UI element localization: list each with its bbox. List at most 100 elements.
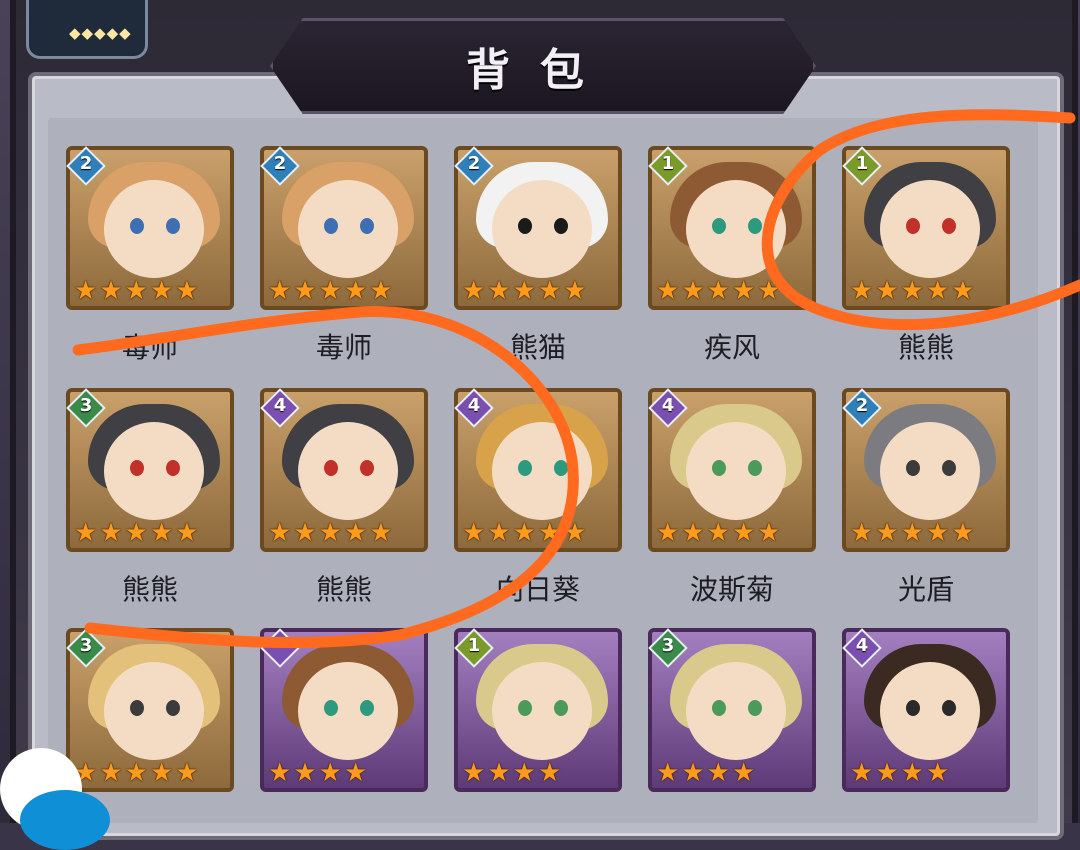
star-icon: ★ (99, 758, 123, 788)
hero-card[interactable]: ★ ★ ★ ★ ★ 3 (66, 388, 234, 552)
star-icon: ★ (537, 758, 562, 788)
star-icon: ★ (124, 518, 148, 548)
hero-card[interactable]: ★ ★ ★ ★ ★ 2 (260, 146, 428, 310)
star-rating: ★ ★ ★ ★ (656, 758, 812, 788)
level-number: 3 (661, 635, 675, 656)
star-icon: ★ (850, 758, 874, 788)
hero-eye (942, 460, 956, 476)
star-icon: ★ (757, 276, 781, 306)
hero-eye (360, 460, 374, 476)
level-number: 4 (661, 395, 675, 416)
hero-card[interactable]: ★ ★ ★ ★ ★ 3 (66, 628, 234, 792)
hero-face (686, 180, 786, 278)
star-icon: ★ (343, 518, 368, 548)
star-icon: ★ (656, 276, 680, 306)
star-icon: ★ (343, 276, 368, 306)
hero-eye (712, 218, 726, 234)
hero-card[interactable]: ★ ★ ★ ★ (260, 628, 428, 792)
star-icon: ★ (268, 518, 292, 548)
level-number: 3 (79, 395, 93, 416)
hero-card[interactable]: ★ ★ ★ ★ ★ 2 (842, 388, 1010, 552)
compass-icon[interactable] (20, 790, 110, 850)
level-number: 2 (855, 395, 869, 416)
hero-eye (518, 218, 532, 234)
hero-name: 疾风 (703, 331, 760, 364)
star-icon: ★ (487, 276, 511, 306)
hero-eye (554, 700, 568, 716)
level-number: 2 (467, 153, 481, 174)
hero-card[interactable]: ★ ★ ★ ★ 4 (842, 628, 1010, 792)
star-icon: ★ (656, 518, 680, 548)
hero-face (880, 422, 980, 520)
star-icon: ★ (951, 518, 975, 548)
rank-badge-stars-icon: ◆◆◆◆◆ (69, 24, 132, 42)
level-number: 4 (855, 635, 869, 656)
star-icon: ★ (900, 518, 924, 548)
hero-name: 波斯菊 (689, 573, 774, 606)
star-rating: ★ ★ ★ ★ ★ (850, 518, 1006, 548)
star-icon: ★ (706, 276, 730, 306)
hero-face (880, 662, 980, 760)
hero-name: 毒师 (315, 331, 372, 364)
hero-eye (360, 218, 374, 234)
hero-name: 熊猫 (509, 331, 566, 364)
hero-eye (518, 700, 532, 716)
hero-eye (748, 700, 762, 716)
hero-eye (942, 700, 956, 716)
hero-name: 光盾 (897, 573, 954, 606)
hero-face (492, 662, 592, 760)
level-number: 3 (79, 635, 93, 656)
hero-card[interactable]: ★ ★ ★ ★ ★ 4 (260, 388, 428, 552)
star-icon: ★ (149, 758, 174, 788)
hero-card[interactable]: ★ ★ ★ ★ 3 (648, 628, 816, 792)
star-rating: ★ ★ ★ ★ ★ (74, 278, 230, 304)
hero-face (104, 662, 204, 760)
hero-card[interactable]: ★ ★ ★ ★ ★ 1 (648, 146, 816, 310)
hero-face (492, 422, 592, 520)
hero-card[interactable]: ★ ★ ★ ★ ★ 4 (648, 388, 816, 552)
star-rating: ★ ★ ★ ★ ★ (74, 758, 230, 788)
hero-eye (166, 700, 180, 716)
hero-eye (130, 218, 144, 234)
hero-eye (942, 218, 956, 234)
star-icon: ★ (681, 758, 705, 788)
star-icon: ★ (318, 518, 342, 548)
hero-eye (324, 700, 338, 716)
star-icon: ★ (731, 276, 756, 306)
level-number: 4 (467, 395, 481, 416)
hero-name: 向日葵 (495, 573, 580, 606)
star-icon: ★ (175, 518, 199, 548)
hero-eye (906, 700, 920, 716)
hero-card[interactable]: ★ ★ ★ ★ ★ 2 (66, 146, 234, 310)
hero-face (686, 662, 786, 760)
star-icon: ★ (268, 758, 292, 788)
hero-eye (554, 218, 568, 234)
hero-card[interactable]: ★ ★ ★ ★ ★ 1 (842, 146, 1010, 310)
star-icon: ★ (731, 758, 756, 788)
star-icon: ★ (537, 518, 562, 548)
star-rating: ★ ★ ★ ★ ★ (656, 518, 812, 548)
star-rating: ★ ★ ★ ★ ★ (268, 518, 424, 548)
hero-eye (324, 218, 338, 234)
star-rating: ★ ★ ★ ★ ★ (74, 518, 230, 548)
level-number: 4 (273, 395, 287, 416)
hero-card[interactable]: ★ ★ ★ ★ ★ 2 (454, 146, 622, 310)
rank-badge[interactable]: ◆◆◆◆◆ (26, 0, 148, 59)
star-icon: ★ (850, 276, 874, 306)
star-icon: ★ (900, 276, 924, 306)
star-icon: ★ (318, 276, 342, 306)
hero-name: 熊熊 (121, 573, 178, 606)
hero-eye (748, 218, 762, 234)
star-icon: ★ (487, 758, 511, 788)
hero-card[interactable]: ★ ★ ★ ★ ★ 4 (454, 388, 622, 552)
star-icon: ★ (512, 518, 536, 548)
star-rating: ★ ★ ★ ★ ★ (656, 276, 812, 306)
hero-eye (130, 700, 144, 716)
star-rating: ★ ★ ★ ★ (268, 758, 424, 788)
hero-card[interactable]: ★ ★ ★ ★ 1 (454, 628, 622, 792)
hero-eye (166, 218, 180, 234)
star-icon: ★ (681, 518, 705, 548)
star-icon: ★ (124, 758, 148, 788)
star-icon: ★ (563, 276, 587, 306)
star-icon: ★ (462, 276, 486, 306)
